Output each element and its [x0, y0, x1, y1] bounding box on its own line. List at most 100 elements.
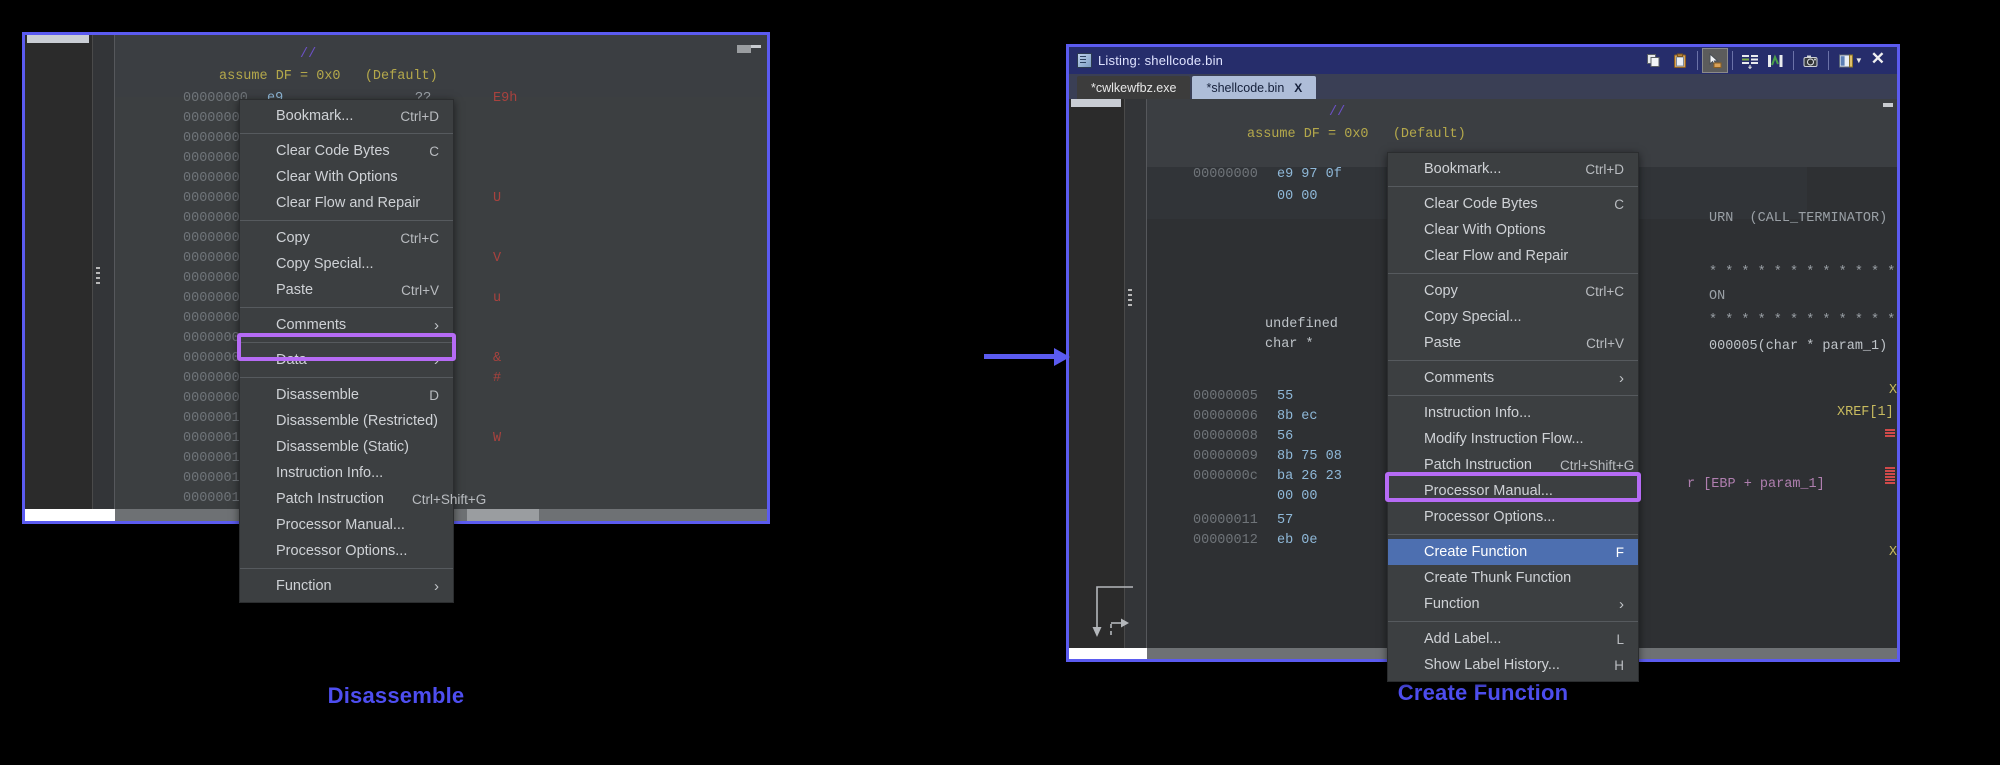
menu-item-modify-instruction-flow[interactable]: Modify Instruction Flow... — [1388, 426, 1638, 452]
menu-separator — [240, 220, 453, 221]
tab-label: *shellcode.bin — [1206, 80, 1285, 95]
left-gutter-thumb[interactable] — [27, 35, 89, 43]
listing-ascii: U — [493, 191, 502, 206]
menu-item-label: Processor Options... — [276, 543, 408, 559]
bookmark-marker-1[interactable] — [1885, 429, 1895, 438]
menu-item-comments[interactable]: Comments › — [1388, 365, 1638, 391]
right-gutter-thumb[interactable] — [1071, 99, 1121, 107]
right-drag-dots[interactable] — [1128, 289, 1132, 307]
menu-separator — [240, 377, 453, 378]
listing-annotation: URN (CALL_TERMINATOR) — [1709, 211, 1888, 226]
menu-item-clear-code-bytes[interactable]: Clear Code Bytes C — [240, 138, 453, 164]
close-icon[interactable]: ✕ — [1863, 49, 1893, 72]
menu-item-shortcut: Ctrl+V — [401, 282, 439, 298]
diff-icon[interactable] — [1737, 48, 1763, 73]
select-cursor-icon[interactable] — [1701, 48, 1728, 73]
right-assume-line: assume DF = 0x0 (Default) — [1247, 127, 1466, 142]
menu-item-create-thunk-function[interactable]: Create Thunk Function — [1388, 565, 1638, 591]
listing-ascii: E9h — [493, 91, 518, 106]
listing-address: 00000008 — [1193, 429, 1258, 444]
menu-separator — [240, 342, 453, 343]
chevron-right-icon: › — [434, 351, 439, 369]
menu-item-clear-flow-and-repair[interactable]: Clear Flow and Repair — [240, 190, 453, 216]
menu-item-copy-special[interactable]: Copy Special... — [1388, 304, 1638, 330]
menu-item-label: Clear Flow and Repair — [1424, 248, 1569, 264]
left-hscroll-thumb[interactable] — [25, 509, 115, 521]
menu-item-disassemble-restricted[interactable]: Disassemble (Restricted) — [240, 408, 453, 434]
right-hscroll-thumb[interactable] — [1069, 648, 1147, 659]
menu-item-paste[interactable]: Paste Ctrl+V — [1388, 330, 1638, 356]
listing-annotation: XRE — [1889, 383, 1897, 398]
tab-label: *cwlkewfbz.exe — [1091, 80, 1177, 95]
menu-item-paste[interactable]: Paste Ctrl+V — [240, 277, 453, 303]
tab-close-icon[interactable]: X — [1294, 81, 1302, 95]
bookmark-marker-2[interactable] — [1885, 467, 1895, 485]
right-caption: Create Function — [1397, 680, 1569, 705]
listing-bytes: 56 — [1277, 429, 1294, 444]
menu-item-processor-options[interactable]: Processor Options... — [1388, 504, 1638, 530]
left-context-menu[interactable]: Bookmark... Ctrl+D Clear Code Bytes C Clear … — [239, 99, 486, 603]
right-type-line-2: char * — [1265, 337, 1314, 352]
menu-item-shortcut: C — [429, 143, 439, 159]
menu-item-processor-options[interactable]: Processor Options... — [240, 538, 453, 564]
layout-icon[interactable] — [1833, 48, 1859, 73]
listing-address: 0000000c — [1193, 469, 1258, 484]
menu-item-copy-special[interactable]: Copy Special... — [240, 251, 453, 277]
left-hscroll-thumb-secondary[interactable] — [467, 509, 539, 521]
menu-item-bookmark[interactable]: Bookmark... Ctrl+D — [240, 103, 453, 129]
menu-item-instruction-info[interactable]: Instruction Info... — [240, 460, 453, 486]
menu-item-label: Function — [1424, 596, 1480, 612]
menu-item-instruction-info[interactable]: Instruction Info... — [1388, 400, 1638, 426]
copy-icon[interactable] — [1641, 48, 1667, 73]
left-drag-dots[interactable] — [96, 267, 100, 285]
right-context-menu[interactable]: Bookmark... Ctrl+D Clear Code Bytes C Clear … — [1387, 152, 1639, 682]
tab-cwlkewfbz-exe[interactable]: *cwlkewfbz.exe — [1077, 76, 1191, 99]
toolbar-separator-3 — [1792, 51, 1794, 70]
menu-item-label: Processor Options... — [1424, 509, 1556, 525]
menu-item-clear-with-options[interactable]: Clear With Options — [240, 164, 453, 190]
menu-item-add-label[interactable]: Add Label... L — [1388, 626, 1638, 652]
listing-bytes: e9 97 0f — [1277, 167, 1342, 182]
left-comment-marker: // — [300, 47, 317, 62]
menu-item-copy[interactable]: Copy Ctrl+C — [240, 225, 453, 251]
menu-item-clear-code-bytes[interactable]: Clear Code Bytes C — [1388, 191, 1638, 217]
tab-shellcode-bin[interactable]: *shellcode.bin X — [1192, 76, 1317, 99]
paste-icon[interactable] — [1667, 48, 1693, 73]
menu-item-patch-instruction[interactable]: Patch Instruction Ctrl+Shift+G — [1388, 452, 1638, 478]
menu-item-function[interactable]: Function › — [1388, 591, 1638, 617]
menu-item-bookmark[interactable]: Bookmark... Ctrl+D — [1388, 156, 1638, 182]
menu-item-label: Paste — [276, 282, 314, 298]
menu-item-label: Instruction Info... — [276, 465, 384, 481]
menu-item-disassemble-static[interactable]: Disassemble (Static) — [240, 434, 453, 460]
menu-item-label: Bookmark... — [276, 108, 354, 124]
listing-annotation: r [EBP + param_1] — [1687, 477, 1825, 492]
listing-annotation: ON * — [1709, 289, 1726, 304]
menu-item-show-label-history[interactable]: Show Label History... H — [1388, 652, 1638, 678]
menu-item-patch-instruction[interactable]: Patch Instruction Ctrl+Shift+G — [240, 486, 486, 512]
menu-item-label: Disassemble (Restricted) — [276, 413, 438, 429]
right-gutter — [1069, 99, 1125, 659]
menu-separator — [1388, 395, 1638, 396]
menu-item-clear-with-options[interactable]: Clear With Options — [1388, 217, 1638, 243]
menu-item-processor-manual[interactable]: Processor Manual... — [1388, 478, 1638, 504]
menu-item-copy[interactable]: Copy Ctrl+C — [1388, 278, 1638, 304]
menu-item-comments[interactable]: Comments › — [240, 312, 453, 338]
snapshot-icon[interactable] — [1798, 48, 1824, 73]
right-window: Listing: shellcode.bin ▼ ✕ *cwlkewfbz.ex… — [1066, 44, 1900, 682]
menu-item-create-function[interactable]: Create Function F — [1388, 539, 1638, 565]
chevron-right-icon: › — [434, 316, 439, 334]
menu-item-data[interactable]: Data › — [240, 347, 453, 373]
chart-icon[interactable] — [1763, 48, 1789, 73]
menu-item-label: Paste — [1424, 335, 1462, 351]
right-comment-marker: // — [1329, 105, 1346, 120]
transition-arrow — [984, 348, 1072, 366]
listing-annotation: 000005(char * param_1) — [1709, 339, 1888, 354]
screenshot-root: // assume DF = 0x0 (Default) 00000000e9?… — [0, 0, 2000, 765]
right-tabstrip: *cwlkewfbz.exe *shellcode.bin X — [1069, 74, 1897, 99]
arrow-head — [1054, 348, 1070, 366]
menu-item-clear-flow-and-repair[interactable]: Clear Flow and Repair — [1388, 243, 1638, 269]
menu-item-disassemble[interactable]: Disassemble D — [240, 382, 453, 408]
menu-item-processor-manual[interactable]: Processor Manual... — [240, 512, 453, 538]
listing-annotation: * * * * * * * * * * * * * * * * * * * * — [1709, 313, 1896, 328]
menu-item-function[interactable]: Function › — [240, 573, 453, 599]
